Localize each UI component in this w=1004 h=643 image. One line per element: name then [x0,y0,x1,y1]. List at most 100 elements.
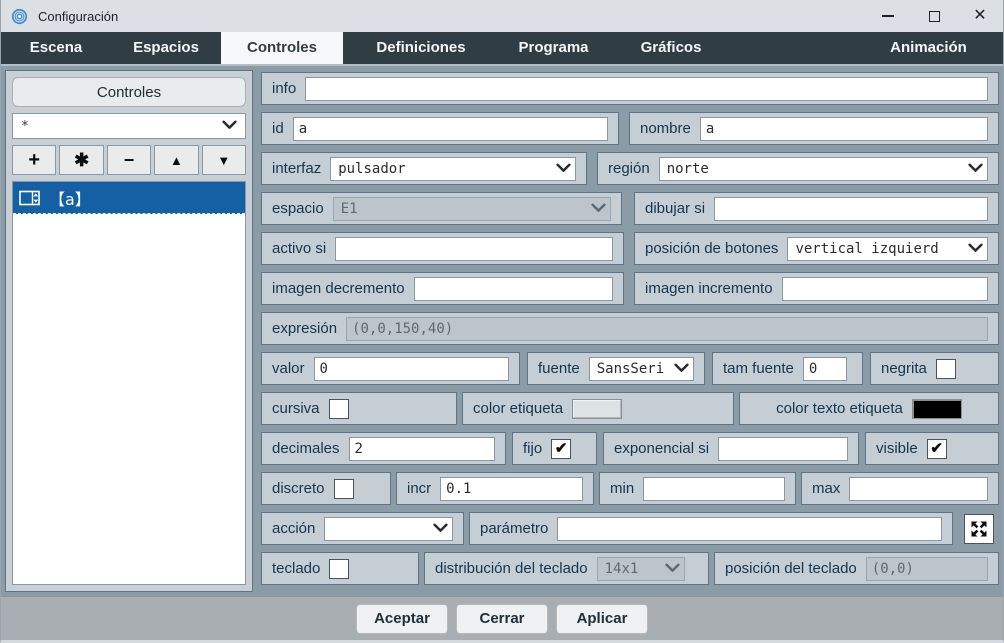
tab-animacion[interactable]: Animación [866,32,991,64]
nombre-panel: nombre [629,112,999,145]
visible-panel: visible ✔ [865,432,999,465]
chevron-down-icon [222,119,237,134]
color-etiqueta-swatch[interactable] [572,399,622,419]
activo-si-input[interactable] [335,237,613,261]
dibujar-si-label: dibujar si [645,200,705,217]
control-list-toolbar: + ✱ − ▲ ▼ [12,145,246,175]
tab-bar: Escena Espacios Controles Definiciones P… [1,32,1003,64]
chevron-down-icon [968,241,983,257]
discreto-panel: discreto [261,472,391,505]
fuente-panel: fuente SansSeri [527,352,705,385]
id-input[interactable] [293,117,608,141]
maximize-icon [929,11,940,22]
negrita-panel: negrita [870,352,999,385]
posicion-botones-label: posición de botones [645,240,778,257]
cursiva-checkbox[interactable] [329,399,349,419]
maximize-button[interactable] [911,0,957,32]
imagen-decremento-label: imagen decremento [272,280,405,297]
activo-si-label: activo si [272,240,326,257]
teclado-checkbox[interactable] [329,559,349,579]
visible-checkbox[interactable]: ✔ [927,439,947,459]
imagen-incremento-input[interactable] [782,277,988,301]
color-texto-etiqueta-swatch[interactable] [912,399,962,419]
distribucion-teclado-panel: distribución del teclado 14x1 [424,552,709,585]
discreto-checkbox[interactable] [334,479,354,499]
tab-espacios[interactable]: Espacios [111,32,221,64]
close-dialog-button[interactable]: Cerrar [456,604,548,634]
incr-panel: incr [396,472,594,505]
add-control-button[interactable]: + [12,145,56,175]
imagen-decremento-input[interactable] [414,277,613,301]
move-down-button[interactable]: ▼ [202,145,246,175]
controls-header: Controles [12,77,246,107]
expand-icon [969,519,989,539]
espacio-label: espacio [272,200,324,217]
control-filter-select[interactable]: * [12,113,246,139]
configuration-window: Configuración ✕ Escena Espacios Controle… [0,0,1004,643]
accion-select[interactable] [324,517,453,541]
fuente-label: fuente [538,360,580,377]
valor-label: valor [272,360,305,377]
dibujar-si-input[interactable] [714,197,988,221]
list-item-label: 【a】 [49,186,91,210]
tam-fuente-input[interactable] [803,357,847,381]
close-button[interactable]: ✕ [957,0,1003,32]
info-input[interactable] [305,77,988,101]
fuente-select[interactable]: SansSeri [589,357,694,381]
expand-editor-button[interactable] [964,514,994,544]
cursiva-label: cursiva [272,400,320,417]
region-select[interactable]: norte [659,157,988,181]
exponencial-si-input[interactable] [718,437,848,461]
info-label: info [272,80,296,97]
distribucion-teclado-select: 14x1 [597,557,685,581]
expresion-panel: expresión [261,312,999,345]
list-item[interactable]: 【a】 [13,182,245,214]
duplicate-control-button[interactable]: ✱ [59,145,103,175]
interfaz-select[interactable]: pulsador [330,157,576,181]
espacio-select: E1 [333,197,611,221]
tab-controles[interactable]: Controles [221,32,343,64]
max-panel: max [801,472,999,505]
color-etiqueta-panel: color etiqueta [462,392,734,425]
color-etiqueta-label: color etiqueta [473,400,563,417]
control-list: 【a】 [12,181,246,585]
chevron-down-icon [665,561,680,577]
max-input[interactable] [849,477,988,501]
nombre-label: nombre [640,120,691,137]
posicion-botones-panel: posición de botones vertical izquierd [634,232,999,265]
app-logo-icon [11,8,28,25]
controls-sidebar: Controles * + ✱ − ▲ ▼ [5,70,253,592]
nombre-input[interactable] [700,117,988,141]
tab-definiciones[interactable]: Definiciones [346,32,496,64]
spinner-control-icon [19,190,41,206]
id-label: id [272,120,284,137]
color-texto-etiqueta-label: color texto etiqueta [776,400,903,417]
apply-button[interactable]: Aplicar [556,604,648,634]
negrita-checkbox[interactable] [936,359,956,379]
posicion-botones-select[interactable]: vertical izquierd [787,237,988,261]
move-up-button[interactable]: ▲ [154,145,198,175]
fijo-checkbox[interactable]: ✔ [551,439,571,459]
tab-programa[interactable]: Programa [496,32,611,64]
teclado-panel: teclado [261,552,419,585]
parametro-input[interactable] [557,517,942,541]
remove-control-button[interactable]: − [107,145,151,175]
parametro-panel: parámetro [469,512,953,545]
decimales-input[interactable] [349,437,495,461]
espacio-panel: espacio E1 [261,192,622,225]
posicion-teclado-input [866,557,988,581]
tab-escena[interactable]: Escena [11,32,101,64]
tab-graficos[interactable]: Gráficos [611,32,731,64]
activo-si-panel: activo si [261,232,624,265]
window-controls: ✕ [865,0,1003,32]
valor-input[interactable] [314,357,509,381]
accion-label: acción [272,520,315,537]
min-input[interactable] [643,477,785,501]
incr-input[interactable] [440,477,583,501]
info-panel: info [261,72,999,105]
minimize-button[interactable] [865,0,911,32]
accept-button[interactable]: Aceptar [356,604,448,634]
expresion-label: expresión [272,320,337,337]
interfaz-panel: interfaz pulsador [261,152,587,185]
cursiva-panel: cursiva [261,392,457,425]
